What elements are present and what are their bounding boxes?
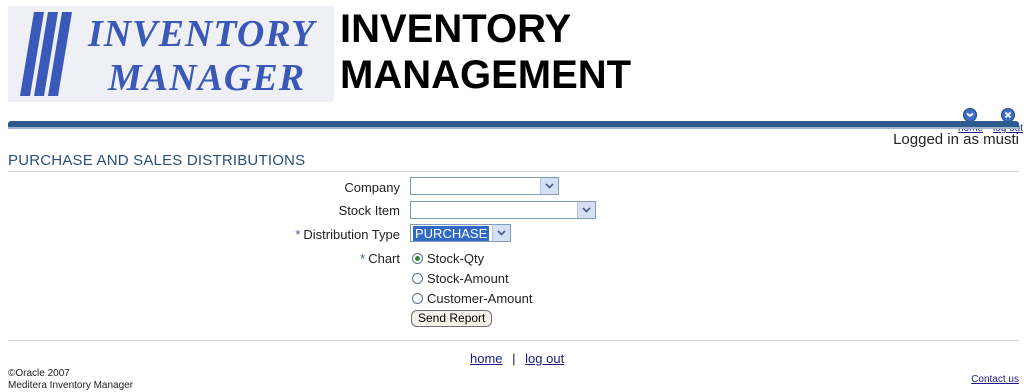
stock-item-label: Stock Item — [338, 203, 400, 218]
footer-divider — [8, 340, 1019, 341]
chart-label: * Chart — [360, 251, 400, 266]
footer-nav: home | log out — [470, 351, 564, 366]
chart-row: * Chart — [0, 248, 400, 268]
app-name-text: Meditera Inventory Manager — [8, 380, 134, 391]
close-icon — [1000, 108, 1015, 122]
distribution-type-row: * Distribution Type — [0, 224, 400, 244]
required-marker: * — [360, 251, 366, 266]
company-row: Company — [0, 177, 400, 197]
company-label: Company — [344, 180, 400, 195]
chevron-down-icon[interactable] — [492, 225, 510, 241]
app-heading-line2: MANAGEMENT — [340, 53, 632, 97]
home-icon — [963, 108, 978, 122]
chart-label-text: Chart — [368, 251, 400, 266]
radio-button[interactable] — [412, 293, 423, 304]
app-heading-line1: INVENTORY — [340, 7, 572, 51]
logo-stripes-icon — [20, 12, 72, 96]
app-logo: INVENTORY MANAGER — [8, 6, 334, 102]
radio-selected-dot — [415, 256, 420, 261]
header-divider-shadow — [8, 127, 1019, 129]
app-heading: INVENTORY MANAGEMENT — [340, 6, 631, 98]
section-divider — [8, 171, 1019, 172]
distribution-type-label: * Distribution Type — [295, 227, 400, 242]
footer-separator: | — [512, 351, 516, 366]
page-title: PURCHASE AND SALES DISTRIBUTIONS — [8, 152, 306, 169]
required-marker: * — [295, 227, 301, 242]
chart-option-stock-amount[interactable]: Stock-Amount — [412, 271, 509, 286]
chart-option-label: Stock-Qty — [427, 251, 485, 266]
chevron-down-icon[interactable] — [540, 178, 558, 194]
chart-option-stock-qty[interactable]: Stock-Qty — [412, 251, 484, 266]
contact-us-link[interactable]: Contact us — [971, 374, 1019, 385]
logged-in-status: Logged in as musti — [893, 131, 1019, 148]
distribution-type-select[interactable]: PURCHASE — [410, 224, 511, 242]
chart-option-customer-amount[interactable]: Customer-Amount — [412, 291, 532, 306]
chart-option-label: Customer-Amount — [427, 291, 533, 306]
radio-button[interactable] — [412, 273, 423, 284]
company-select[interactable] — [410, 177, 559, 195]
footer-logout-link[interactable]: log out — [525, 351, 564, 366]
distribution-type-label-text: Distribution Type — [303, 227, 400, 242]
stock-item-row: Stock Item — [0, 200, 400, 220]
logo-text-line2: MANAGER — [108, 57, 306, 99]
footer-home-link[interactable]: home — [470, 351, 503, 366]
send-report-button[interactable]: Send Report — [411, 310, 493, 327]
radio-button[interactable] — [412, 253, 423, 264]
distribution-type-value: PURCHASE — [413, 226, 490, 241]
chart-option-label: Stock-Amount — [427, 271, 509, 286]
chevron-down-icon[interactable] — [577, 202, 595, 218]
copyright-text: ©Oracle 2007 — [8, 368, 70, 379]
logo-text-line1: INVENTORY — [88, 13, 316, 55]
copyright-block: ©Oracle 2007 Meditera Inventory Manager — [8, 368, 133, 392]
stock-item-select[interactable] — [410, 201, 596, 219]
